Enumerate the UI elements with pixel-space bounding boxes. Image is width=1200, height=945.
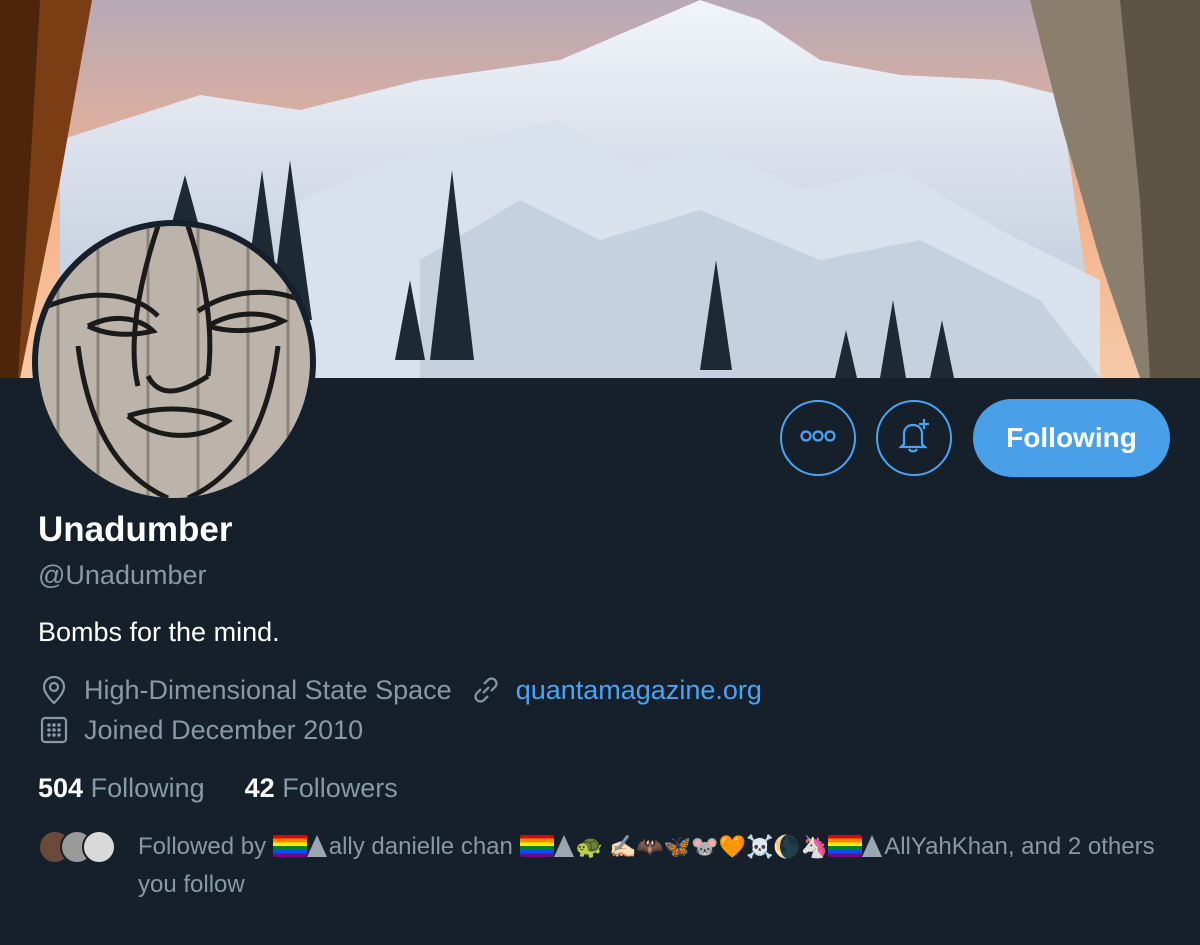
more-horizontal-icon <box>798 429 838 448</box>
followers-label: Followers <box>282 773 398 803</box>
following-label: Following <box>90 773 205 803</box>
rainbow-flag-icon <box>828 835 863 857</box>
followers-stat-link[interactable]: 42 Followers <box>245 773 398 804</box>
rainbow-flag-icon <box>519 835 554 857</box>
followed-by-avatars <box>38 830 118 866</box>
profile-meta-row: High-Dimensional State Space quantamagaz… <box>38 674 762 706</box>
follower-name-1: ally danielle chan <box>328 833 513 860</box>
bell-plus-icon <box>894 416 934 461</box>
followed-by-text: Followed by ally danielle chan 🐢 ✍🏻🦇🦋🐭🧡☠… <box>138 828 1178 904</box>
following-button[interactable]: Following <box>973 399 1170 477</box>
following-stat-link[interactable]: 504 Following <box>38 773 205 804</box>
profile-website-link[interactable]: quantamagazine.org <box>516 675 762 706</box>
rainbow-flag-icon <box>272 835 307 857</box>
follower-emoji-run: 🐢 ✍🏻🦇🦋🐭🧡☠️🌘🦄 <box>575 834 829 859</box>
profile-bio: Bombs for the mind. <box>38 617 280 647</box>
profile-joined-row: Joined December 2010 <box>38 714 363 746</box>
profile-joined-date: Joined December 2010 <box>84 714 364 745</box>
triangle-icon <box>862 835 883 857</box>
link-icon <box>470 674 502 706</box>
profile-stats: 504 Following 42 Followers <box>38 773 438 804</box>
triangle-icon <box>553 835 574 857</box>
location-pin-icon <box>38 674 70 706</box>
followers-count: 42 <box>244 773 275 803</box>
avatar <box>82 830 116 864</box>
followed-by-prefix: Followed by <box>138 833 267 860</box>
profile-avatar[interactable] <box>32 220 316 504</box>
display-name: Unadumber <box>38 510 233 549</box>
triangle-icon <box>306 835 327 857</box>
following-count: 504 <box>38 773 84 803</box>
profile-location: High-Dimensional State Space <box>84 674 452 705</box>
more-options-button[interactable] <box>780 400 856 476</box>
notify-button[interactable] <box>876 400 952 476</box>
user-handle: @Unadumber <box>38 560 207 590</box>
calendar-icon <box>38 714 70 746</box>
